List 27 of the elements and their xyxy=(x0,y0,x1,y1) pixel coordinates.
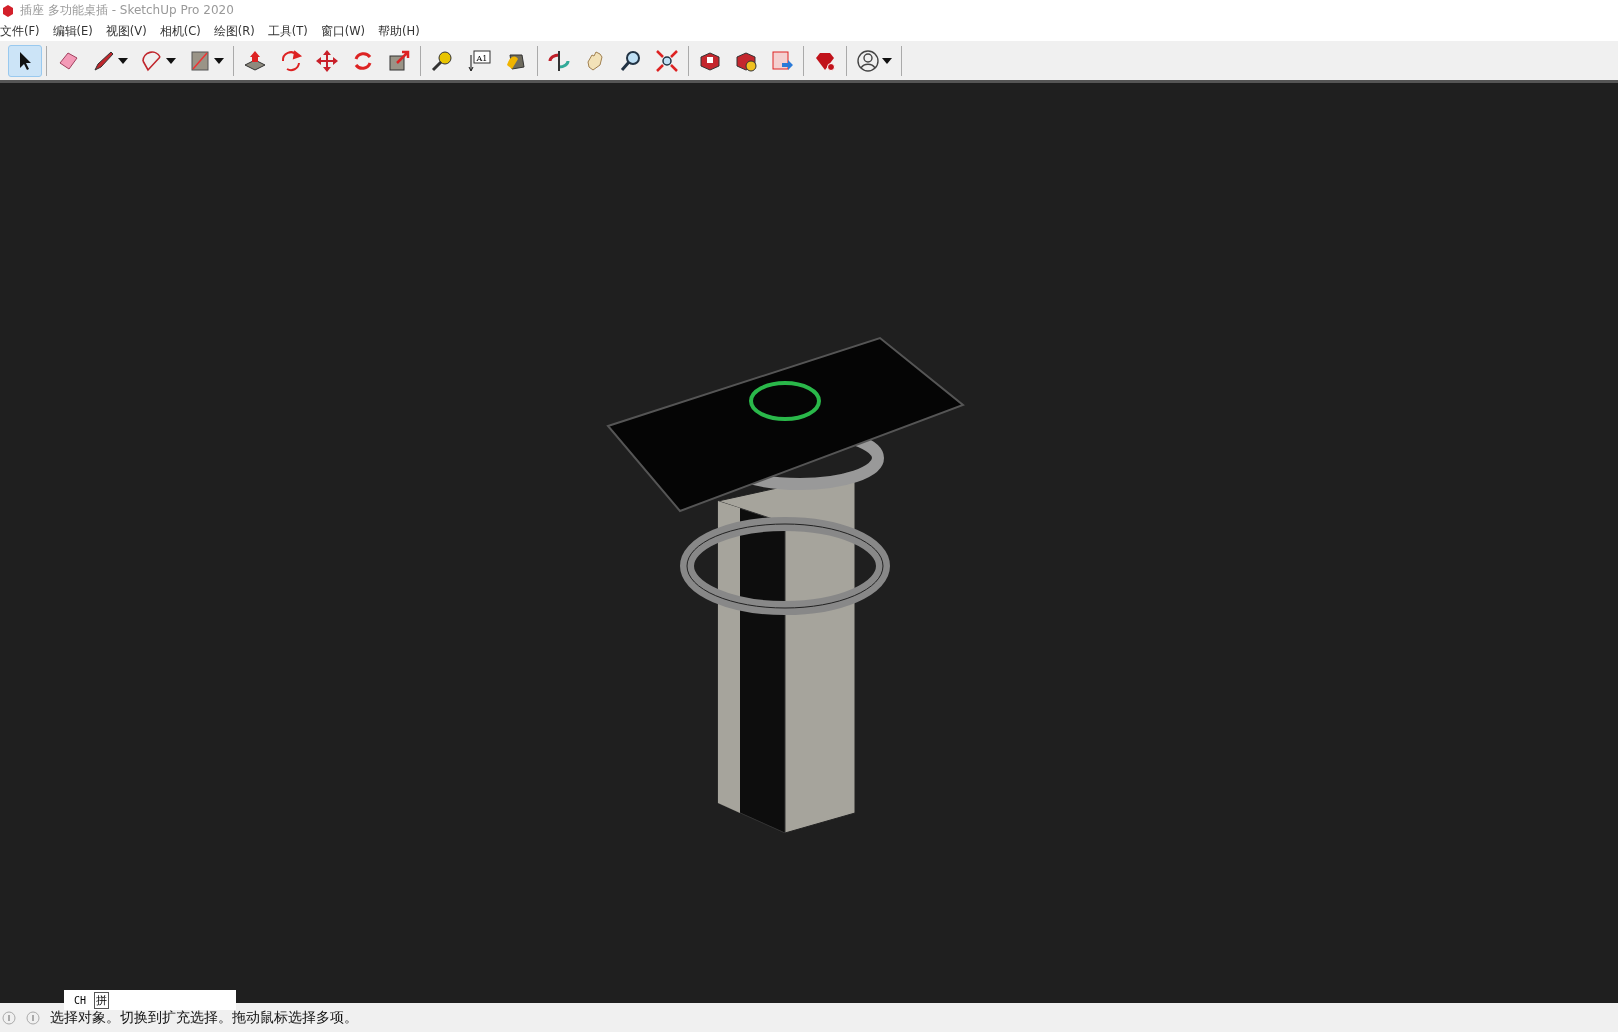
caret-icon xyxy=(118,57,128,64)
menu-item[interactable]: 视图(V) xyxy=(105,23,147,39)
menu-item[interactable]: 窗口(W) xyxy=(320,23,366,39)
ime-mode[interactable]: 拼 xyxy=(94,991,110,1009)
menu-item[interactable]: 编辑(E) xyxy=(52,23,93,39)
search-icon xyxy=(619,48,643,73)
caret-icon xyxy=(166,57,176,64)
ime-language[interactable]: CH xyxy=(74,994,87,1006)
user-icon xyxy=(856,48,880,73)
arc-icon xyxy=(140,48,164,73)
zoom-extents-icon xyxy=(655,48,679,73)
menu-item[interactable]: 帮助(H) xyxy=(378,23,420,39)
app-logo-icon xyxy=(2,4,14,17)
status-message: 选择对象。切换到扩充选择。拖动鼠标选择多项。 xyxy=(50,1008,358,1027)
menu-item[interactable]: 文件(F) xyxy=(0,23,40,39)
menu-item[interactable]: 工具(T) xyxy=(267,23,308,39)
move-icon xyxy=(315,48,339,73)
send-to-layout-icon xyxy=(770,48,794,73)
tape-measure-icon xyxy=(430,48,454,73)
window-title: 插座 多功能桌插 - SketchUp Pro 2020 xyxy=(20,2,234,19)
scale-icon xyxy=(387,48,411,73)
caret-icon xyxy=(882,57,892,64)
menu-item[interactable]: 相机(C) xyxy=(159,23,201,39)
caret-icon xyxy=(214,57,224,64)
menu-item[interactable]: 绘图(R) xyxy=(213,23,255,39)
rectangle-icon xyxy=(188,48,212,73)
tool-button[interactable] xyxy=(8,44,42,77)
